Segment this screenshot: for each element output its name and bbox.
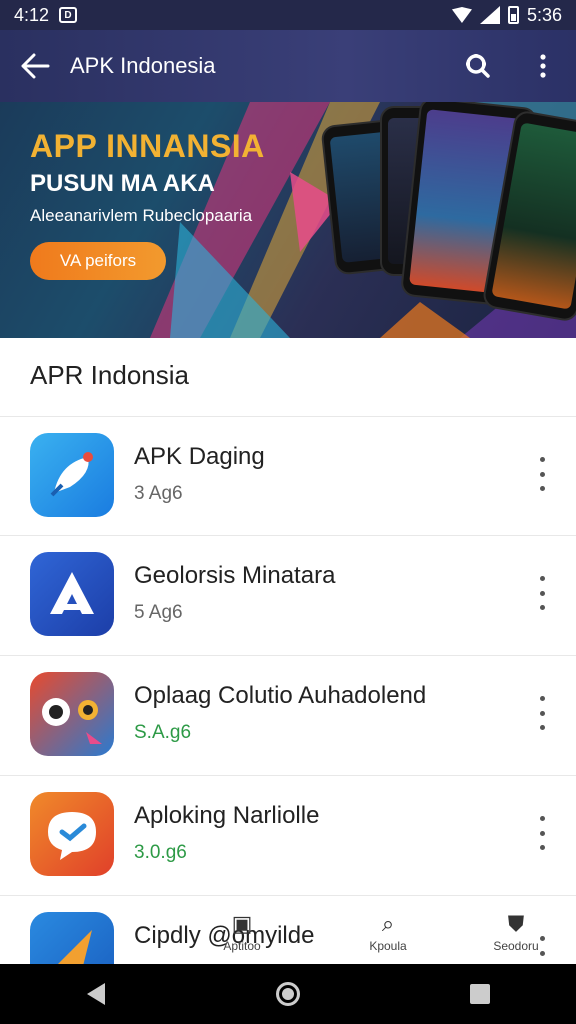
home-icon	[276, 982, 300, 1006]
promo-banner[interactable]: APP INNANSIA PUSUN MA AKA Aleeanarivlem …	[0, 102, 576, 338]
status-bar: 4:12 D 5:36	[0, 0, 576, 30]
app-bar: APK Indonesia	[0, 30, 576, 102]
banner-cta-button[interactable]: VA peifors	[30, 242, 166, 280]
arrow-left-icon	[21, 53, 50, 79]
app-name: Oplaag Colutio Auhadolend	[134, 682, 427, 709]
item-more-button[interactable]	[530, 457, 554, 491]
item-more-button[interactable]	[530, 576, 554, 610]
app-icon	[30, 672, 114, 756]
search-icon	[466, 54, 490, 78]
app-name: Geolorsis Minatara	[134, 562, 336, 589]
search-button[interactable]	[444, 30, 510, 102]
bottom-tab-bar: ▣ Aptitoo ⌕ Kpoula ⛊ Seodoru	[0, 900, 576, 964]
back-button[interactable]	[0, 30, 70, 102]
app-size: 3 Ag6	[134, 483, 183, 504]
app-list-item[interactable]: Geolorsis Minatara 5 Ag6	[0, 536, 576, 654]
nav-home-button[interactable]	[258, 964, 318, 1024]
app-list-item[interactable]: APK Daging 3 Ag6	[0, 417, 576, 535]
app-icon	[30, 552, 114, 636]
notification-icon: D	[59, 7, 78, 23]
tab-apps[interactable]: ▣ Aptitoo	[202, 904, 282, 960]
tab-label: Aptitoo	[223, 939, 261, 953]
app-bar-title: APK Indonesia	[70, 53, 216, 78]
nav-recents-button[interactable]	[450, 964, 510, 1024]
status-time: 4:12	[14, 4, 50, 25]
tab-label: Kpoula	[369, 939, 407, 953]
item-more-button[interactable]	[530, 696, 554, 730]
item-more-button[interactable]	[530, 816, 554, 850]
app-list-item[interactable]: Oplaag Colutio Auhadolend S.A.g6	[0, 656, 576, 774]
app-name: Aploking Narliolle	[134, 802, 320, 829]
banner-headline: APP INNANSIA	[30, 128, 265, 164]
banner-subhead: PUSUN MA AKA	[30, 170, 215, 197]
status-clock: 5:36	[526, 4, 562, 25]
recents-icon	[470, 984, 490, 1004]
app-name: APK Daging	[134, 443, 265, 470]
section-title: APR Indonsia	[30, 360, 189, 390]
app-size: 3.0.g6	[134, 842, 187, 863]
more-vertical-icon	[540, 54, 546, 78]
apps-icon: ▣	[231, 911, 253, 936]
status-icons: 5:36	[451, 4, 562, 26]
tab-label: Seodoru	[493, 939, 539, 953]
tab-search[interactable]: ⌕ Kpoula	[348, 904, 428, 960]
app-icon	[30, 792, 114, 876]
wifi-icon	[451, 7, 472, 23]
nav-back-button[interactable]	[66, 964, 126, 1024]
system-nav-bar	[0, 964, 576, 1024]
battery-icon	[507, 6, 519, 24]
more-options-button[interactable]	[510, 30, 576, 102]
banner-tagline: Aleeanarivlem Rubeclopaaria	[30, 206, 253, 225]
signal-icon	[479, 6, 500, 24]
search-icon: ⌕	[381, 911, 395, 936]
shield-icon: ⛊	[507, 911, 525, 936]
app-list-item[interactable]: Aploking Narliolle 3.0.g6	[0, 776, 576, 894]
back-icon	[87, 983, 105, 1005]
app-size: 5 Ag6	[134, 602, 183, 623]
app-icon	[30, 433, 114, 517]
app-size: S.A.g6	[134, 722, 192, 743]
tab-security[interactable]: ⛊ Seodoru	[476, 904, 556, 960]
